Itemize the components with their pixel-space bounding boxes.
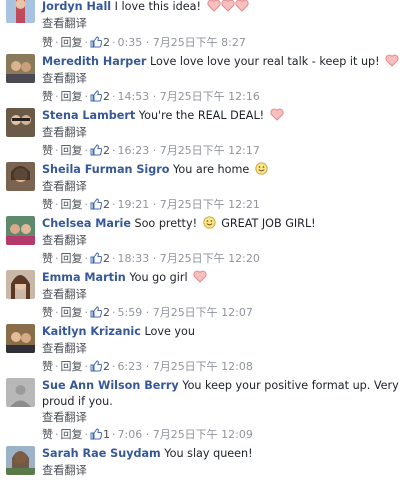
comment-author[interactable]: Sue Ann Wilson Berry xyxy=(42,379,179,392)
comment-text: You slay queen! xyxy=(164,447,253,460)
see-translation-link[interactable]: 查看翻译 xyxy=(42,71,407,87)
see-translation-link[interactable]: 查看翻译 xyxy=(42,233,407,249)
comment-text: You are home xyxy=(173,163,250,176)
heart-emoji-icon xyxy=(268,108,284,122)
see-translation-link[interactable]: 查看翻译 xyxy=(42,463,407,479)
heart-emoji-icon xyxy=(191,270,207,284)
comment-actions: 赞 · 回复 · 2 · 14:53 · 7月25日下午 12:16 xyxy=(42,90,260,103)
timestamp[interactable]: 18:33 · 7月25日下午 12:20 xyxy=(118,252,260,265)
comment-actions: 赞 · 回复 · 2 · 18:33 · 7月25日下午 12:20 xyxy=(42,252,260,265)
timestamp[interactable]: 6:23 · 7月25日下午 12:08 xyxy=(118,360,253,373)
thumbs-up-icon xyxy=(90,198,103,211)
like-count[interactable]: 2 xyxy=(103,36,110,49)
reply-button[interactable]: 回复 xyxy=(61,306,83,319)
comment-author[interactable]: Meredith Harper xyxy=(42,55,146,68)
comment-text: Love love love your real talk - keep it … xyxy=(149,55,380,68)
thumbs-up-icon xyxy=(90,90,103,103)
comment-actions: 赞 · 回复 · 2 · 5:59 · 7月25日下午 12:07 xyxy=(42,306,253,319)
timestamp[interactable]: 7:06 · 7月25日下午 12:09 xyxy=(118,428,253,441)
see-translation-link[interactable]: 查看翻译 xyxy=(42,410,407,426)
comment-author[interactable]: Sarah Rae Suydam xyxy=(42,447,161,460)
comment-text: You go girl xyxy=(129,271,188,284)
timestamp[interactable]: 19:21 · 7月25日下午 12:21 xyxy=(118,198,260,211)
thumbs-up-icon xyxy=(90,36,103,49)
see-translation-link[interactable]: 查看翻译 xyxy=(42,125,407,141)
see-translation-link[interactable]: 查看翻译 xyxy=(42,16,407,32)
reply-button[interactable]: 回复 xyxy=(61,144,83,157)
comment-text-continued: GREAT JOB GIRL! xyxy=(221,217,316,230)
comment-actions: 赞 · 回复 · 2 · 0:35 · 7月25日下午 8:27 xyxy=(42,36,246,49)
reply-button[interactable]: 回复 xyxy=(61,428,83,441)
comment-actions: 赞 · 回复 · 2 · 6:23 · 7月25日下午 12:08 xyxy=(42,360,253,373)
comment-text: Love you xyxy=(144,325,195,338)
comment-author[interactable]: Chelsea Marie xyxy=(42,217,131,230)
see-translation-link[interactable]: 查看翻译 xyxy=(42,341,407,357)
thumbs-up-icon xyxy=(90,306,103,319)
thumbs-up-icon xyxy=(90,360,103,373)
like-count[interactable]: 2 xyxy=(103,306,110,319)
avatar[interactable] xyxy=(6,270,35,299)
avatar[interactable] xyxy=(6,446,35,475)
smile-emoji-icon xyxy=(253,162,270,176)
heart-emoji-icon xyxy=(383,54,399,68)
reply-button[interactable]: 回复 xyxy=(61,198,83,211)
reply-button[interactable]: 回复 xyxy=(61,36,83,49)
timestamp[interactable]: 5:59 · 7月25日下午 12:07 xyxy=(118,306,253,319)
heart-emoji-icon xyxy=(205,0,249,13)
timestamp[interactable]: 14:53 · 7月25日下午 12:16 xyxy=(118,90,260,103)
comment-text: Soo pretty! xyxy=(134,217,198,230)
like-count[interactable]: 1 xyxy=(103,428,110,441)
see-translation-link[interactable]: 查看翻译 xyxy=(42,179,407,195)
like-count[interactable]: 2 xyxy=(103,252,110,265)
like-button[interactable]: 赞 xyxy=(42,360,53,373)
see-translation-link[interactable]: 查看翻译 xyxy=(42,287,407,303)
comment-text: I love this idea! xyxy=(114,0,201,13)
like-count[interactable]: 2 xyxy=(103,144,110,157)
avatar[interactable] xyxy=(6,54,35,83)
smile-emoji-icon xyxy=(201,216,218,230)
comment-author[interactable]: Jordyn Hall xyxy=(42,0,111,13)
avatar[interactable] xyxy=(6,108,35,137)
comment-author[interactable]: Emma Martin xyxy=(42,271,126,284)
comment-text: You're the REAL DEAL! xyxy=(138,109,265,122)
like-count[interactable]: 2 xyxy=(103,198,110,211)
comment-actions: 赞 · 回复 · 1 · 7:06 · 7月25日下午 12:09 xyxy=(42,428,253,441)
like-button[interactable]: 赞 xyxy=(42,144,53,157)
avatar[interactable] xyxy=(6,0,35,23)
comment-actions: 赞 · 回复 · 2 · 19:21 · 7月25日下午 12:21 xyxy=(42,198,260,211)
thumbs-up-icon xyxy=(90,428,103,441)
like-button[interactable]: 赞 xyxy=(42,306,53,319)
comment-author[interactable]: Sheila Furman Sigro xyxy=(42,163,169,176)
like-count[interactable]: 2 xyxy=(103,360,110,373)
like-button[interactable]: 赞 xyxy=(42,90,53,103)
comment-author[interactable]: Kaitlyn Krizanic xyxy=(42,325,141,338)
avatar[interactable] xyxy=(6,378,35,407)
avatar[interactable] xyxy=(6,324,35,353)
thumbs-up-icon xyxy=(90,252,103,265)
comment-author[interactable]: Stena Lambert xyxy=(42,109,135,122)
like-button[interactable]: 赞 xyxy=(42,252,53,265)
avatar[interactable] xyxy=(6,216,35,245)
comment-actions: 赞 · 回复 · 2 · 16:23 · 7月25日下午 12:17 xyxy=(42,144,260,157)
reply-button[interactable]: 回复 xyxy=(61,90,83,103)
timestamp[interactable]: 16:23 · 7月25日下午 12:17 xyxy=(118,144,260,157)
thumbs-up-icon xyxy=(90,144,103,157)
timestamp[interactable]: 0:35 · 7月25日下午 8:27 xyxy=(118,36,246,49)
reply-button[interactable]: 回复 xyxy=(61,360,83,373)
like-button[interactable]: 赞 xyxy=(42,428,53,441)
like-button[interactable]: 赞 xyxy=(42,198,53,211)
reply-button[interactable]: 回复 xyxy=(61,252,83,265)
avatar[interactable] xyxy=(6,162,35,191)
like-count[interactable]: 2 xyxy=(103,90,110,103)
like-button[interactable]: 赞 xyxy=(42,36,53,49)
